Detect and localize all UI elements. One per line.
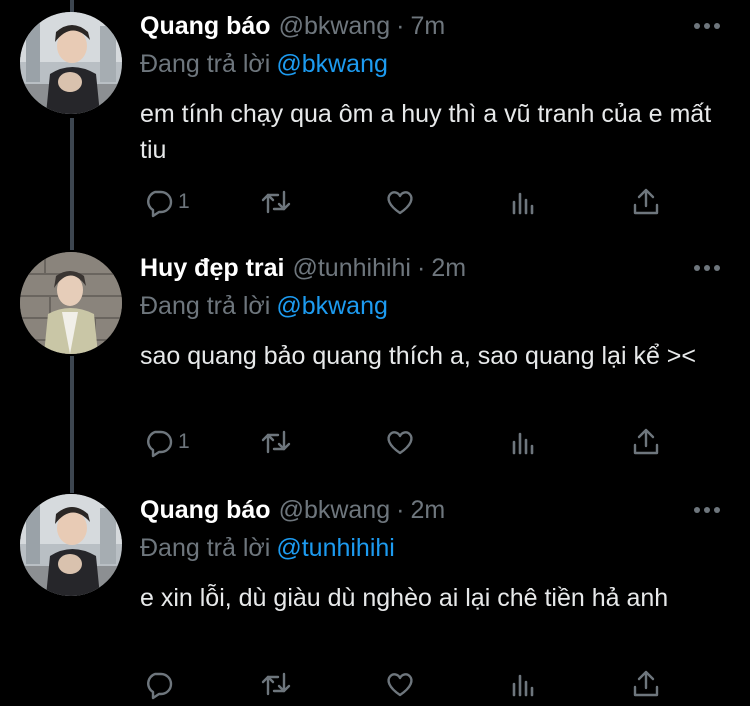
- reply-button[interactable]: [142, 664, 174, 704]
- separator-dot: ·: [396, 495, 405, 524]
- display-name[interactable]: Quang báo: [140, 12, 271, 41]
- share-button[interactable]: [630, 664, 662, 704]
- analytics-button[interactable]: [508, 182, 540, 222]
- like-icon: [387, 431, 413, 455]
- replying-to: Đang trả lời @bkwang: [140, 50, 388, 79]
- analytics-button[interactable]: [508, 422, 540, 462]
- tweet-header: Quang báo @bkwang · 2m: [140, 490, 445, 530]
- retweet-button[interactable]: [260, 422, 292, 462]
- like-icon: [387, 673, 413, 697]
- timestamp[interactable]: 2m: [431, 254, 466, 283]
- reply-icon: [147, 430, 173, 458]
- tweet-header: Huy đẹp trai @tunhihihi · 2m: [140, 248, 466, 288]
- share-icon: [633, 670, 659, 697]
- user-handle[interactable]: @bkwang: [279, 12, 391, 41]
- tweet[interactable]: Quang báo @bkwang · 2m Đang trả lời @tunh…: [0, 490, 750, 706]
- avatar[interactable]: [20, 252, 122, 354]
- display-name[interactable]: Huy đẹp trai: [140, 254, 284, 283]
- like-button[interactable]: [384, 664, 416, 704]
- avatar-image: [20, 252, 122, 354]
- analytics-icon: [512, 192, 534, 215]
- action-bar: 1: [140, 182, 680, 222]
- display-name[interactable]: Quang báo: [140, 496, 271, 525]
- mention-link[interactable]: @bkwang: [276, 50, 388, 78]
- like-button[interactable]: [384, 422, 416, 462]
- replying-label: Đang trả lời: [140, 292, 271, 320]
- action-bar: [140, 664, 680, 704]
- tweet-text: em tính chạy qua ôm a huy thì a vũ tranh…: [140, 100, 712, 164]
- like-icon: [387, 191, 413, 215]
- avatar[interactable]: [20, 12, 122, 114]
- timestamp[interactable]: 2m: [410, 496, 445, 525]
- retweet-icon: [261, 672, 291, 696]
- retweet-button[interactable]: [260, 182, 292, 222]
- reply-count: 1: [178, 190, 190, 213]
- reply-count: 1: [178, 430, 190, 453]
- replying-to: Đang trả lời @tunhihihi: [140, 534, 395, 563]
- avatar[interactable]: [20, 494, 122, 596]
- retweet-icon: [261, 190, 291, 214]
- analytics-icon: [512, 674, 534, 697]
- more-icon[interactable]: [694, 498, 720, 522]
- reply-button[interactable]: 1: [142, 422, 190, 462]
- tweet-text: e xin lỗi, dù giàu dù nghèo ai lại chê t…: [140, 584, 669, 612]
- action-bar: 1: [140, 422, 680, 462]
- user-handle[interactable]: @tunhihihi: [292, 254, 411, 283]
- mention-link[interactable]: @tunhihihi: [276, 534, 395, 562]
- tweet[interactable]: Quang báo @bkwang · 7m Đang trả lời @bkwa…: [0, 6, 750, 234]
- share-icon: [633, 428, 659, 455]
- share-icon: [633, 188, 659, 215]
- replying-label: Đang trả lời: [140, 534, 271, 562]
- separator-dot: ·: [396, 11, 405, 40]
- share-button[interactable]: [630, 422, 662, 462]
- reply-icon: [147, 190, 173, 218]
- avatar-image: [20, 494, 122, 596]
- user-handle[interactable]: @bkwang: [279, 496, 391, 525]
- replying-label: Đang trả lời: [140, 50, 271, 78]
- like-button[interactable]: [384, 182, 416, 222]
- retweet-button[interactable]: [260, 664, 292, 704]
- avatar-image: [20, 12, 122, 114]
- share-button[interactable]: [630, 182, 662, 222]
- mention-link[interactable]: @bkwang: [276, 292, 388, 320]
- analytics-button[interactable]: [508, 664, 540, 704]
- more-icon[interactable]: [694, 256, 720, 280]
- analytics-icon: [512, 432, 534, 455]
- tweet-text: sao quang bảo quang thích a, sao quang l…: [140, 342, 697, 370]
- tweet-header: Quang báo @bkwang · 7m: [140, 6, 445, 46]
- separator-dot: ·: [417, 253, 426, 282]
- tweet[interactable]: Huy đẹp trai @tunhihihi · 2m Đang trả lờ…: [0, 248, 750, 476]
- reply-icon: [147, 672, 173, 700]
- retweet-icon: [261, 430, 291, 454]
- more-icon[interactable]: [694, 14, 720, 38]
- timestamp[interactable]: 7m: [410, 12, 445, 41]
- reply-button[interactable]: 1: [142, 182, 190, 222]
- replying-to: Đang trả lời @bkwang: [140, 292, 388, 321]
